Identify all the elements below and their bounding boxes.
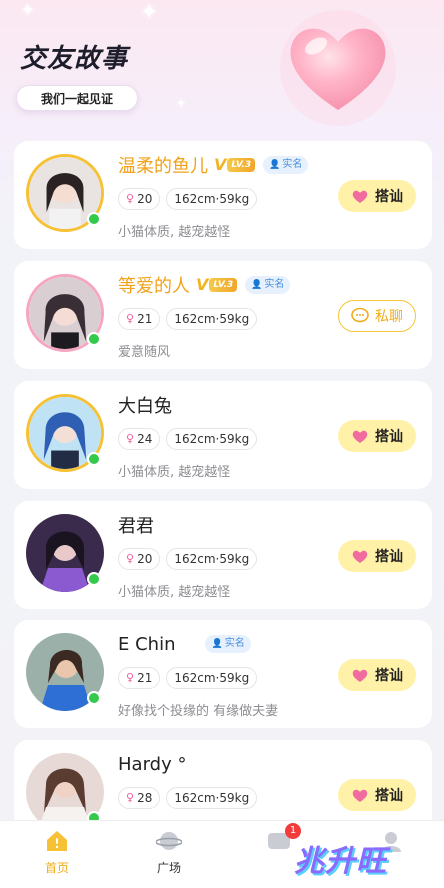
size-tag: 162cm·59kg: [166, 548, 258, 570]
private-chat-button[interactable]: 私聊: [338, 300, 416, 332]
chat-bubble-icon: [351, 308, 369, 323]
header: ✦ ✦ ✦ 交友故事 我们一起见证: [0, 0, 444, 140]
heart-icon: [278, 6, 398, 126]
size-tag: 162cm·59kg: [166, 787, 258, 809]
age-tag: ♀ 20: [118, 188, 161, 210]
greet-button[interactable]: 搭讪: [338, 779, 416, 811]
user-card[interactable]: 大白兔 ♀ 24 162cm·59kg 小猫体质, 越宠越怪 搭讪: [14, 381, 432, 489]
tab-plaza[interactable]: 广场: [139, 829, 199, 876]
age-tag: ♀ 21: [118, 667, 161, 689]
person-icon: 👤: [211, 639, 223, 649]
age-tag: ♀ 21: [118, 308, 161, 330]
online-indicator: [87, 572, 101, 586]
watermark-logo: 兆升旺: [294, 844, 387, 879]
person-icon: 👤: [251, 280, 263, 290]
greet-button[interactable]: 搭讪: [338, 420, 416, 452]
realname-badge: 👤 实名: [245, 276, 291, 294]
person-icon: 👤: [269, 160, 281, 170]
heart-chat-icon: [352, 789, 368, 802]
user-card[interactable]: 等爱的人 V LV.3 👤 实名 ♀ 21 162cm·59kg 爱意随风 私聊: [14, 261, 432, 369]
subtitle-pill: 我们一起见证: [16, 85, 138, 111]
size-tag: 162cm·59kg: [166, 308, 258, 330]
user-bio: 小猫体质, 越宠越怪: [118, 585, 231, 600]
user-name: 温柔的鱼儿: [118, 156, 208, 177]
home-icon: [47, 831, 67, 851]
tab-home[interactable]: 首页: [27, 829, 87, 876]
sparkle-icon: ✦: [20, 0, 36, 21]
vip-badge: V LV.3: [196, 276, 238, 294]
online-indicator: [87, 691, 101, 705]
greet-button[interactable]: 搭讪: [338, 180, 416, 212]
user-bio: 好像找个投缘的 有缘做夫妻: [118, 704, 279, 719]
female-icon: ♀: [126, 192, 135, 205]
planet-icon: [156, 832, 182, 850]
greet-button[interactable]: 搭讪: [338, 659, 416, 691]
vip-badge: V LV.3: [214, 156, 256, 174]
female-icon: ♀: [126, 552, 135, 565]
user-name: 等爱的人: [118, 276, 190, 297]
heart-chat-icon: [352, 669, 368, 682]
user-bio: 爱意随风: [118, 345, 171, 360]
user-name: 君君: [118, 516, 154, 537]
online-indicator: [87, 212, 101, 226]
online-indicator: [87, 452, 101, 466]
user-card[interactable]: 温柔的鱼儿 V LV.3 👤 实名 ♀ 20 162cm·59kg 小猫体质, 越宠越…: [14, 141, 432, 249]
sparkle-icon: ✦: [176, 96, 187, 110]
user-name: 大白兔: [118, 396, 172, 417]
female-icon: ♀: [126, 312, 135, 325]
heart-chat-icon: [352, 190, 368, 203]
age-tag: ♀ 28: [118, 787, 161, 809]
user-bio: 小猫体质, 越宠越怪: [118, 465, 231, 480]
heart-chat-icon: [352, 430, 368, 443]
heart-chat-icon: [352, 550, 368, 563]
size-tag: 162cm·59kg: [166, 667, 258, 689]
size-tag: 162cm·59kg: [166, 188, 258, 210]
realname-badge: 👤 实名: [263, 156, 309, 174]
online-indicator: [87, 332, 101, 346]
page-title: 交友故事: [20, 44, 129, 74]
greet-button[interactable]: 搭讪: [338, 540, 416, 572]
user-card[interactable]: 君君 ♀ 20 162cm·59kg 小猫体质, 越宠越怪 搭讪: [14, 501, 432, 609]
age-tag: ♀ 24: [118, 428, 161, 450]
female-icon: ♀: [126, 432, 135, 445]
user-name: E Chin: [118, 633, 176, 655]
user-name: Hardy °: [118, 753, 187, 775]
sparkle-icon: ✦: [140, 0, 159, 25]
user-bio: 小猫体质, 越宠越怪: [118, 225, 231, 240]
size-tag: 162cm·59kg: [166, 428, 258, 450]
female-icon: ♀: [126, 791, 135, 804]
realname-badge: 👤 实名: [205, 635, 251, 653]
user-card[interactable]: E Chin 👤 实名 ♀ 21 162cm·59kg 好像找个投缘的 有缘做夫妻 …: [14, 620, 432, 728]
female-icon: ♀: [126, 671, 135, 684]
age-tag: ♀ 20: [118, 548, 161, 570]
